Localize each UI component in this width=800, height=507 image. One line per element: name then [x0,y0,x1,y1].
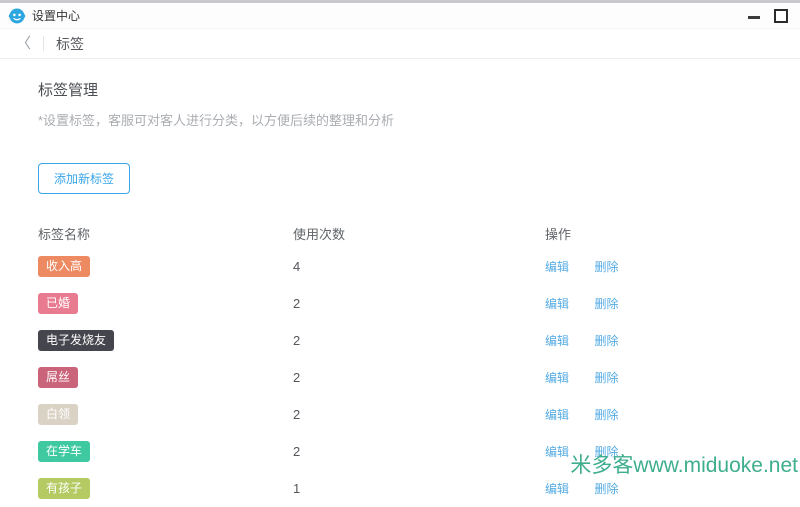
delete-link[interactable]: 删除 [594,445,618,459]
tag-usage-count: 2 [293,333,545,348]
nav-header: 〈 标签 [0,29,800,59]
column-header-actions: 操作 [545,224,762,243]
delete-link[interactable]: 删除 [594,297,618,311]
tag-pill: 白领 [38,404,78,425]
column-header-name: 标签名称 [38,224,293,243]
section-description: *设置标签，客服可对客人进行分类，以方便后续的整理和分析 [38,110,762,129]
delete-link[interactable]: 删除 [594,482,618,496]
delete-link[interactable]: 删除 [594,260,618,274]
tag-usage-count: 2 [293,444,545,459]
tag-usage-count: 2 [293,407,545,422]
tag-usage-count: 4 [293,259,545,274]
tag-pill: 电子发烧友 [38,330,114,351]
table-header-row: 标签名称 使用次数 操作 [38,218,762,248]
maximize-button[interactable] [774,9,788,23]
delete-link[interactable]: 删除 [594,408,618,422]
delete-link[interactable]: 删除 [594,371,618,385]
edit-link[interactable]: 编辑 [545,408,569,422]
table-row: 在学车 2 编辑 删除 [38,433,762,470]
table-row: 有孩子 1 编辑 删除 [38,470,762,507]
tag-pill: 在学车 [38,441,90,462]
column-header-count: 使用次数 [293,224,545,243]
tag-pill: 已婚 [38,293,78,314]
delete-link[interactable]: 删除 [594,334,618,348]
minimize-button[interactable] [748,10,760,22]
app-logo-icon [8,7,26,25]
add-tag-button[interactable]: 添加新标签 [38,163,130,194]
tag-usage-count: 2 [293,296,545,311]
tag-pill: 有孩子 [38,478,90,499]
tag-usage-count: 2 [293,370,545,385]
tag-usage-count: 1 [293,481,545,496]
table-row: 收入高 4 编辑 删除 [38,248,762,285]
table-row: 白领 2 编辑 删除 [38,396,762,433]
table-row: 电子发烧友 2 编辑 删除 [38,322,762,359]
nav-divider [43,36,44,51]
content-area: 标签管理 *设置标签，客服可对客人进行分类，以方便后续的整理和分析 添加新标签 … [0,59,800,507]
edit-link[interactable]: 编辑 [545,297,569,311]
tags-table: 标签名称 使用次数 操作 收入高 4 编辑 删除 已婚 2 编辑 删除 电子发烧… [38,218,762,507]
edit-link[interactable]: 编辑 [545,260,569,274]
tag-pill: 收入高 [38,256,90,277]
window-title: 设置中心 [32,7,80,24]
table-row: 屌丝 2 编辑 删除 [38,359,762,396]
table-row: 已婚 2 编辑 删除 [38,285,762,322]
edit-link[interactable]: 编辑 [545,482,569,496]
edit-link[interactable]: 编辑 [545,334,569,348]
titlebar: 设置中心 [0,0,800,29]
window-controls [748,9,792,23]
edit-link[interactable]: 编辑 [545,445,569,459]
tag-pill: 屌丝 [38,367,78,388]
edit-link[interactable]: 编辑 [545,371,569,385]
page-title: 标签 [56,34,84,54]
back-button[interactable]: 〈 [12,34,35,53]
table-body: 收入高 4 编辑 删除 已婚 2 编辑 删除 电子发烧友 2 编辑 删除 屌丝 … [38,248,762,507]
section-heading: 标签管理 [38,79,762,100]
